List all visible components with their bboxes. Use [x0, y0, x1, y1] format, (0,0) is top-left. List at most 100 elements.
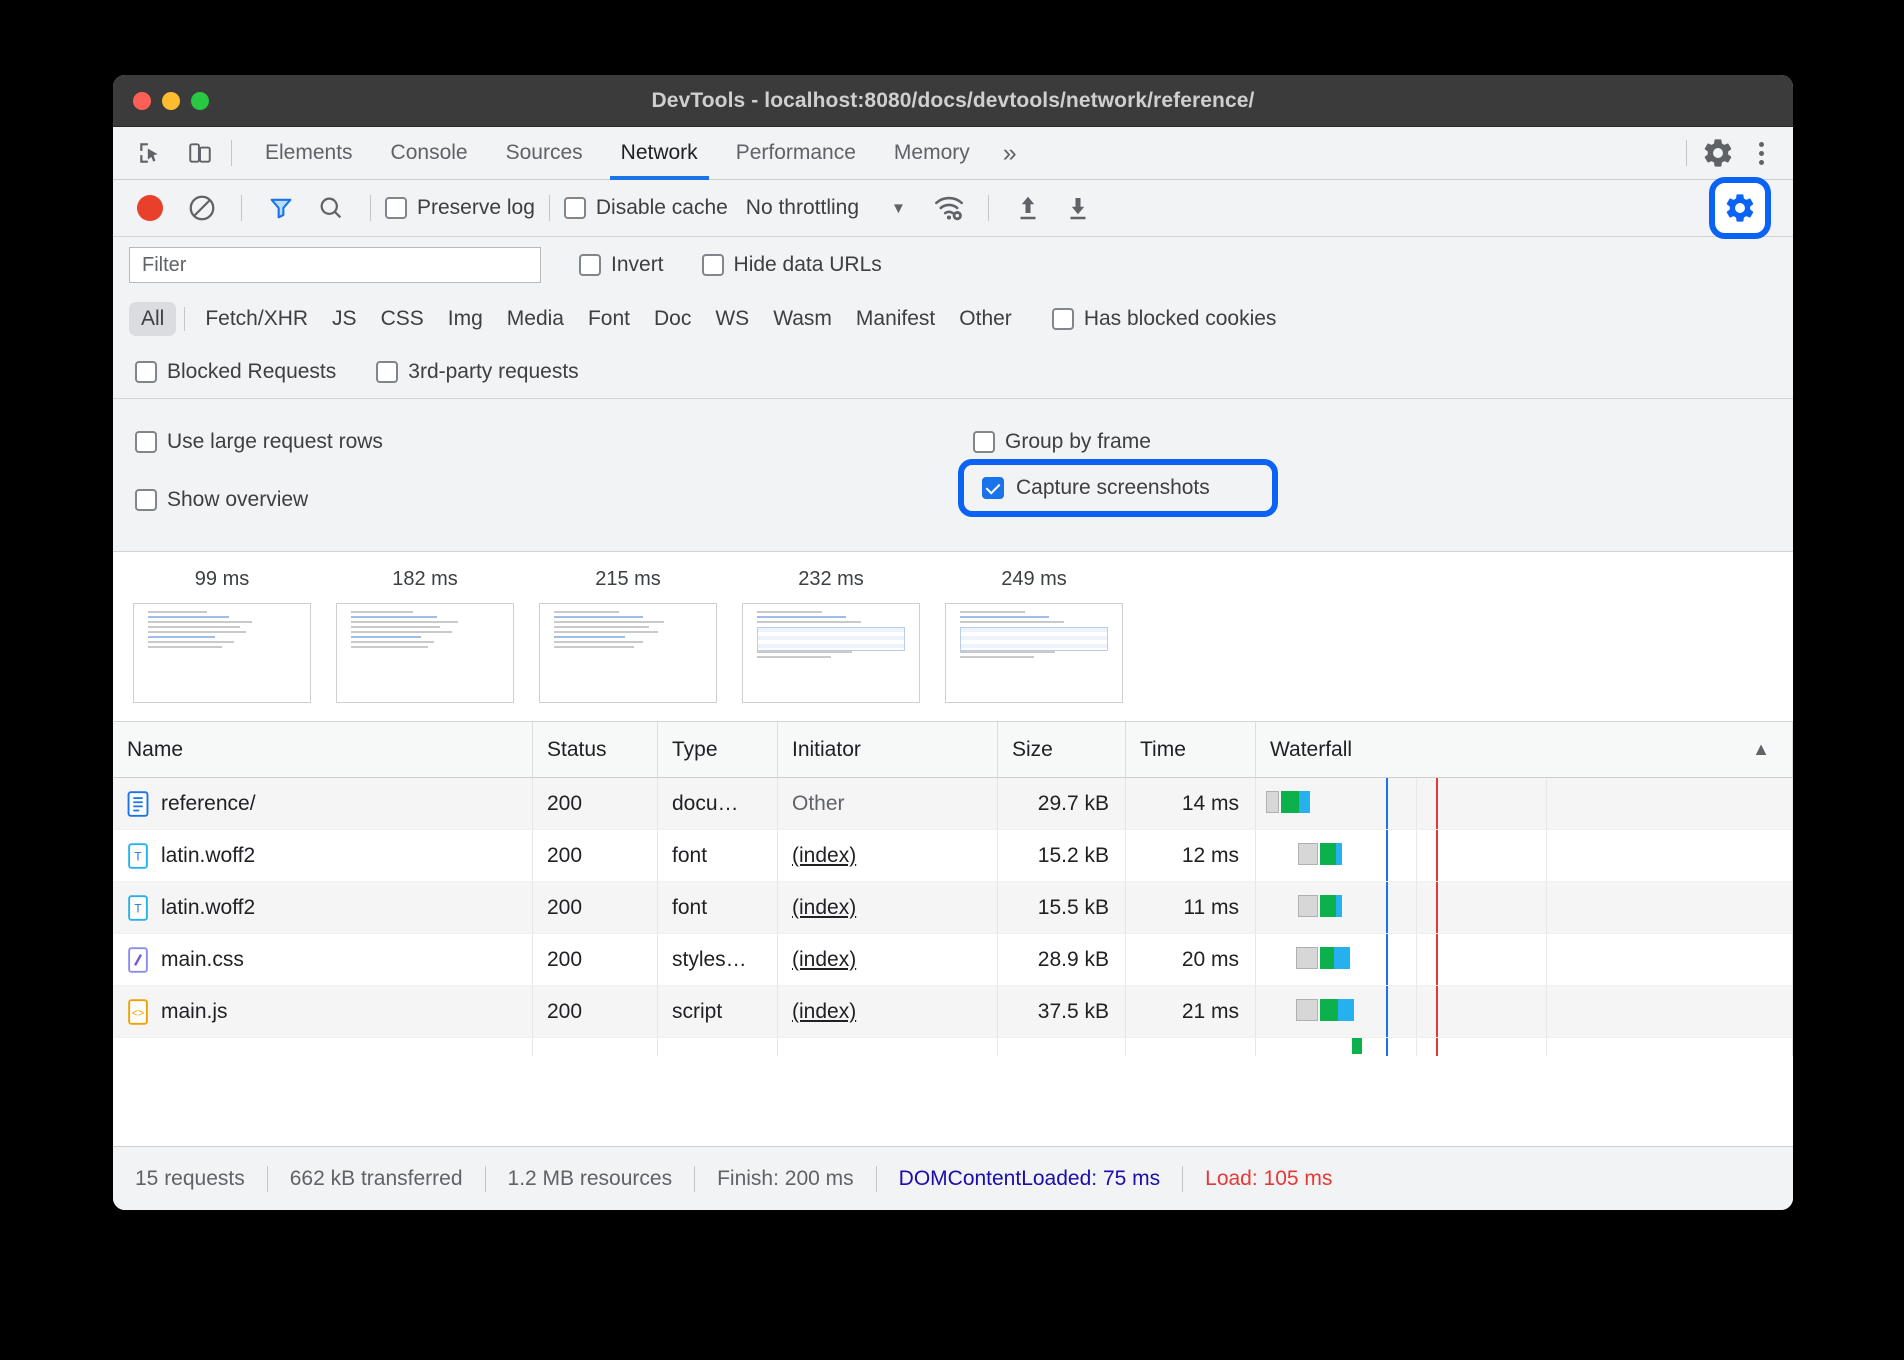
column-header-type[interactable]: Type — [658, 722, 778, 777]
column-header-name[interactable]: Name — [113, 722, 533, 777]
third-party-requests-box[interactable] — [376, 361, 398, 383]
cell-name[interactable]: main.css — [113, 934, 533, 985]
gear-icon[interactable] — [1701, 136, 1735, 170]
type-filter-font[interactable]: Font — [576, 302, 642, 336]
blocked-requests-box[interactable] — [135, 361, 157, 383]
group-by-frame-checkbox[interactable]: Group by frame — [973, 430, 1151, 454]
has-blocked-cookies-checkbox[interactable]: Has blocked cookies — [1052, 307, 1277, 331]
type-filter-fetch-xhr[interactable]: Fetch/XHR — [193, 302, 320, 336]
has-blocked-cookies-box[interactable] — [1052, 308, 1074, 330]
type-filter-media[interactable]: Media — [495, 302, 576, 336]
tab-sources[interactable]: Sources — [487, 127, 602, 180]
cell-initiator[interactable]: (index) — [778, 830, 998, 881]
chevron-down-icon[interactable]: ▼ — [891, 200, 906, 217]
type-filter-manifest[interactable]: Manifest — [844, 302, 947, 336]
type-filter-other[interactable]: Other — [947, 302, 1024, 336]
invert-checkbox[interactable]: Invert — [579, 253, 664, 277]
invert-box[interactable] — [579, 254, 601, 276]
sort-ascending-icon[interactable]: ▲ — [1752, 739, 1770, 760]
cell-initiator[interactable]: (index) — [778, 882, 998, 933]
network-conditions-icon[interactable] — [932, 191, 966, 225]
tab-network[interactable]: Network — [602, 127, 717, 180]
column-header-waterfall[interactable]: Waterfall ▲ — [1256, 722, 1793, 777]
table-row[interactable]: T latin.woff2 200 font (index) 15.2 kB 1… — [113, 830, 1793, 882]
table-row[interactable]: T latin.woff2 200 font (index) 15.5 kB 1… — [113, 882, 1793, 934]
tab-elements[interactable]: Elements — [246, 127, 372, 180]
show-overview-checkbox[interactable]: Show overview — [135, 488, 308, 512]
requests-table: Name Status Type Initiator Size Time Wat… — [113, 722, 1793, 1146]
filmstrip-thumbnail[interactable] — [945, 603, 1123, 703]
show-overview-box[interactable] — [135, 489, 157, 511]
column-header-status[interactable]: Status — [533, 722, 658, 777]
preserve-log-box[interactable] — [385, 197, 407, 219]
capture-screenshots-checkbox[interactable]: Capture screenshots — [958, 459, 1278, 517]
cell-name[interactable]: reference/ — [113, 778, 533, 829]
filter-funnel-icon[interactable] — [264, 191, 298, 225]
type-filter-wasm[interactable]: Wasm — [761, 302, 844, 336]
column-header-size[interactable]: Size — [998, 722, 1126, 777]
preserve-log-checkbox[interactable]: Preserve log — [385, 196, 535, 220]
filmstrip-frame[interactable]: 232 ms — [742, 568, 920, 703]
initiator-link[interactable]: (index) — [792, 844, 856, 868]
tab-console[interactable]: Console — [372, 127, 487, 180]
table-row[interactable]: <> main.js 200 script (index) 37.5 kB 21… — [113, 986, 1793, 1038]
cell-name[interactable]: T latin.woff2 — [113, 830, 533, 881]
disable-cache-checkbox[interactable]: Disable cache — [564, 196, 728, 220]
use-large-request-rows-box[interactable] — [135, 431, 157, 453]
table-header-row: Name Status Type Initiator Size Time Wat… — [113, 722, 1793, 778]
cell-initiator[interactable]: (index) — [778, 986, 998, 1037]
filmstrip-thumbnail[interactable] — [336, 603, 514, 703]
column-header-time[interactable]: Time — [1126, 722, 1256, 777]
export-har-icon[interactable] — [1061, 191, 1095, 225]
column-header-initiator[interactable]: Initiator — [778, 722, 998, 777]
type-filter-ws[interactable]: WS — [703, 302, 761, 336]
throttling-select[interactable]: No throttling — [746, 196, 859, 220]
cell-name[interactable]: T latin.woff2 — [113, 882, 533, 933]
group-by-frame-box[interactable] — [973, 431, 995, 453]
filmstrip-thumbnail[interactable] — [133, 603, 311, 703]
disable-cache-box[interactable] — [564, 197, 586, 219]
type-filter-css[interactable]: CSS — [369, 302, 436, 336]
device-toolbar-icon[interactable] — [183, 138, 217, 168]
filmstrip-frame[interactable]: 99 ms — [133, 568, 311, 703]
clear-button[interactable] — [185, 191, 219, 225]
capture-screenshots-box[interactable] — [982, 477, 1004, 499]
table-row[interactable]: main.css 200 styles… (index) 28.9 kB 20 … — [113, 934, 1793, 986]
network-settings-button[interactable] — [1709, 177, 1771, 239]
filmstrip-thumbnail[interactable] — [742, 603, 920, 703]
type-filter-doc[interactable]: Doc — [642, 302, 703, 336]
initiator-link[interactable]: (index) — [792, 896, 856, 920]
initiator-link[interactable]: (index) — [792, 1000, 856, 1024]
import-har-icon[interactable] — [1011, 191, 1045, 225]
filmstrip-frame[interactable]: 182 ms — [336, 568, 514, 703]
table-row-partial[interactable] — [113, 1038, 1793, 1056]
type-filter-img[interactable]: Img — [436, 302, 495, 336]
thumbnail-content — [960, 611, 1108, 695]
network-status-bar: 15 requests 662 kB transferred 1.2 MB re… — [113, 1146, 1793, 1210]
filmstrip-time: 215 ms — [595, 568, 661, 591]
hide-data-urls-checkbox[interactable]: Hide data URLs — [702, 253, 882, 277]
filmstrip-time: 249 ms — [1001, 568, 1067, 591]
blocked-requests-checkbox[interactable]: Blocked Requests — [135, 360, 336, 384]
inspect-element-icon[interactable] — [133, 138, 167, 168]
filmstrip-frame[interactable]: 249 ms — [945, 568, 1123, 703]
cell-initiator[interactable]: (index) — [778, 934, 998, 985]
use-large-request-rows-checkbox[interactable]: Use large request rows — [135, 430, 383, 454]
type-filter-js[interactable]: JS — [320, 302, 369, 336]
filter-input[interactable] — [129, 247, 541, 283]
cell-waterfall — [1256, 830, 1793, 881]
record-button[interactable] — [137, 195, 163, 221]
type-filter-all[interactable]: All — [129, 302, 176, 336]
filmstrip-frame[interactable]: 215 ms — [539, 568, 717, 703]
hide-data-urls-box[interactable] — [702, 254, 724, 276]
initiator-link[interactable]: (index) — [792, 948, 856, 972]
more-tabs-icon[interactable]: » — [989, 139, 1031, 168]
tab-memory[interactable]: Memory — [875, 127, 989, 180]
cell-name[interactable]: <> main.js — [113, 986, 533, 1037]
kebab-menu-icon[interactable] — [1747, 142, 1775, 165]
search-icon[interactable] — [314, 191, 348, 225]
filmstrip-thumbnail[interactable] — [539, 603, 717, 703]
table-row[interactable]: reference/ 200 docu… Other 29.7 kB 14 ms — [113, 778, 1793, 830]
tab-performance[interactable]: Performance — [717, 127, 875, 180]
third-party-requests-checkbox[interactable]: 3rd-party requests — [376, 360, 578, 384]
